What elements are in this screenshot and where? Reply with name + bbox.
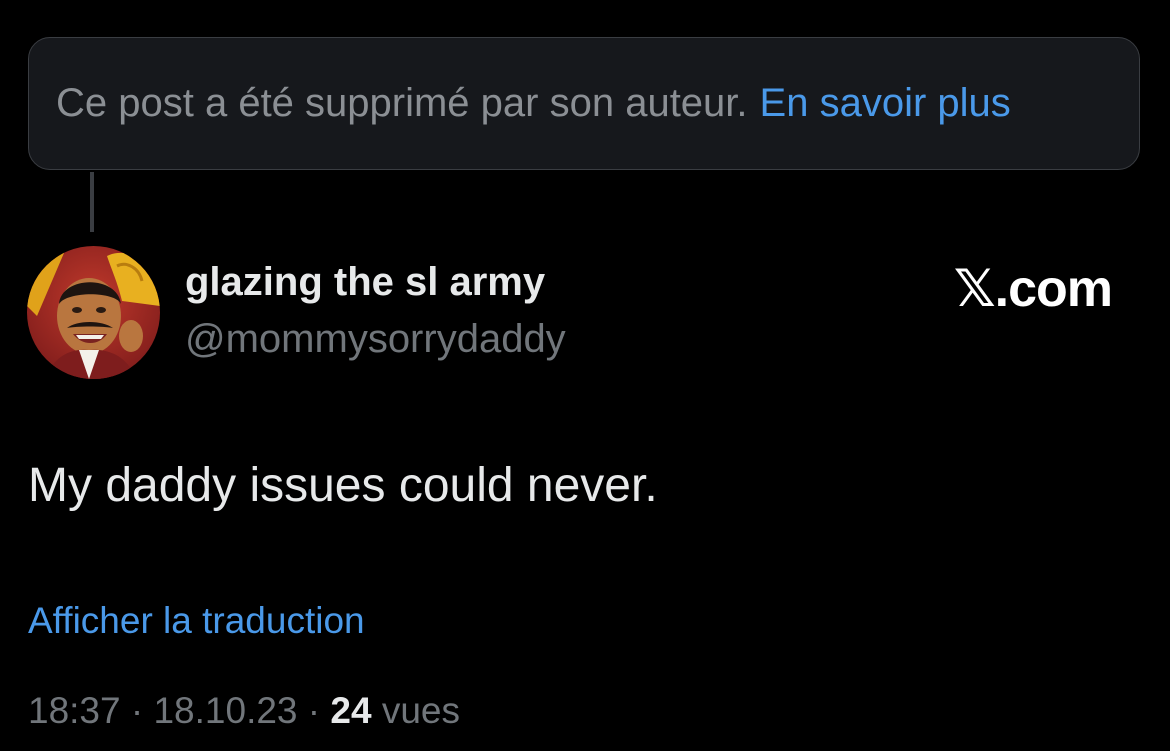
meta-separator: · xyxy=(307,690,321,731)
meta-separator: · xyxy=(130,690,144,731)
author-handle[interactable]: @mommysorrydaddy xyxy=(185,317,566,362)
deleted-notice-text: Ce post a été supprimé par son auteur. xyxy=(56,81,748,125)
avatar[interactable] xyxy=(27,246,160,379)
post-date[interactable]: 18.10.23 xyxy=(153,690,297,731)
x-com-watermark: 𝕏.com xyxy=(953,260,1113,318)
views-label: vues xyxy=(381,690,460,731)
thread-connector-line xyxy=(90,172,94,232)
show-translation-link[interactable]: Afficher la traduction xyxy=(28,600,365,642)
post-detail-view: Ce post a été supprimé par son auteur. E… xyxy=(0,0,1170,751)
author-display-name[interactable]: glazing the sl army xyxy=(185,260,545,305)
deleted-post-notice: Ce post a été supprimé par son auteur. E… xyxy=(28,37,1140,170)
learn-more-link[interactable]: En savoir plus xyxy=(760,81,1011,126)
post-time[interactable]: 18:37 xyxy=(28,690,121,731)
post-meta: 18:37 · 18.10.23 · 24 vues xyxy=(28,690,460,732)
post-text: My daddy issues could never. xyxy=(28,459,658,512)
avatar-image xyxy=(27,246,160,379)
views-count: 24 xyxy=(330,690,372,731)
